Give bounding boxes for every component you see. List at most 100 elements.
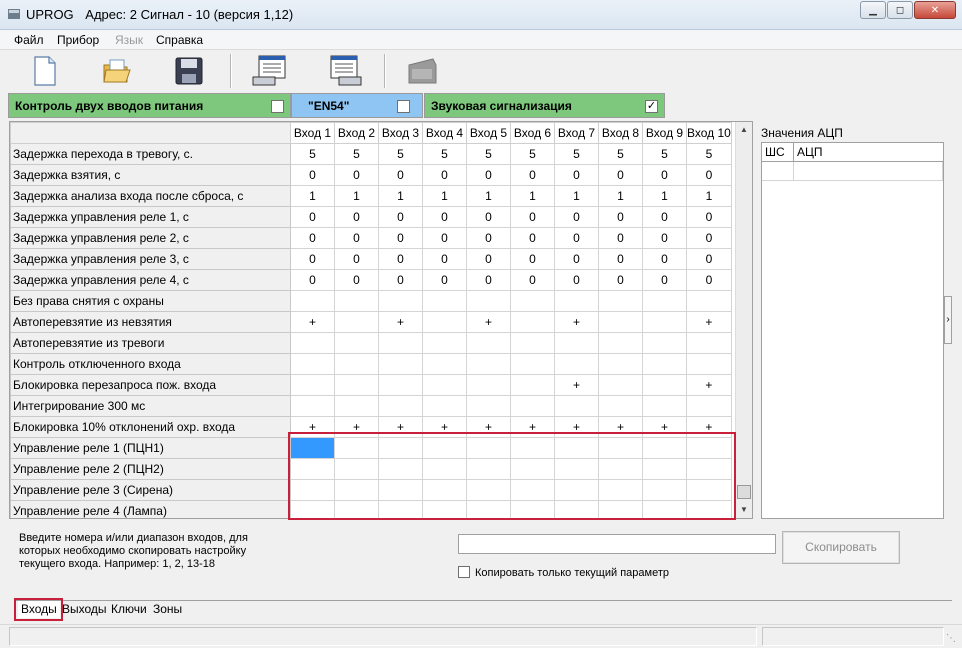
value-cell[interactable] bbox=[334, 395, 379, 417]
value-cell[interactable]: + bbox=[686, 374, 732, 396]
value-cell[interactable] bbox=[290, 290, 335, 312]
value-cell[interactable] bbox=[334, 500, 379, 518]
value-cell[interactable]: 5 bbox=[510, 143, 555, 165]
value-cell[interactable]: 0 bbox=[378, 206, 423, 228]
value-cell[interactable]: 0 bbox=[422, 227, 467, 249]
value-cell[interactable] bbox=[466, 479, 511, 501]
value-cell[interactable]: 0 bbox=[466, 164, 511, 186]
value-cell[interactable]: 0 bbox=[466, 248, 511, 270]
value-cell[interactable]: + bbox=[554, 374, 599, 396]
value-cell[interactable] bbox=[334, 374, 379, 396]
value-cell[interactable] bbox=[686, 395, 732, 417]
scroll-down-arrow-icon[interactable]: ▼ bbox=[736, 502, 752, 518]
value-cell[interactable]: 5 bbox=[598, 143, 643, 165]
value-cell[interactable] bbox=[598, 437, 643, 459]
value-cell[interactable]: 0 bbox=[686, 206, 732, 228]
value-cell[interactable] bbox=[598, 290, 643, 312]
value-cell[interactable]: 1 bbox=[554, 185, 599, 207]
value-cell[interactable]: 5 bbox=[378, 143, 423, 165]
value-cell[interactable]: 0 bbox=[510, 206, 555, 228]
value-cell[interactable] bbox=[598, 332, 643, 354]
value-cell[interactable] bbox=[510, 500, 555, 518]
value-cell[interactable] bbox=[642, 374, 687, 396]
power-control-checkbox[interactable] bbox=[271, 100, 284, 113]
value-cell[interactable] bbox=[466, 290, 511, 312]
value-cell[interactable]: 1 bbox=[642, 185, 687, 207]
write-to-device-button[interactable] bbox=[328, 54, 362, 88]
value-cell[interactable] bbox=[510, 290, 555, 312]
value-cell[interactable]: + bbox=[334, 416, 379, 438]
value-cell[interactable]: + bbox=[554, 416, 599, 438]
value-cell[interactable] bbox=[642, 479, 687, 501]
tab-outputs[interactable]: Выходы bbox=[59, 601, 110, 618]
value-cell[interactable]: 5 bbox=[554, 143, 599, 165]
sound-alarm-option[interactable]: Звуковая сигнализация ✓ bbox=[424, 93, 665, 118]
value-cell[interactable]: 0 bbox=[642, 206, 687, 228]
value-cell[interactable]: 0 bbox=[598, 248, 643, 270]
value-cell[interactable] bbox=[642, 353, 687, 375]
value-cell[interactable]: + bbox=[466, 416, 511, 438]
value-cell[interactable] bbox=[686, 500, 732, 518]
copy-only-current-checkbox[interactable] bbox=[458, 566, 470, 578]
value-cell[interactable]: 0 bbox=[422, 269, 467, 291]
value-cell[interactable] bbox=[378, 374, 423, 396]
value-cell[interactable]: 0 bbox=[510, 269, 555, 291]
value-cell[interactable] bbox=[466, 332, 511, 354]
value-cell[interactable] bbox=[334, 290, 379, 312]
value-cell[interactable] bbox=[290, 395, 335, 417]
value-cell[interactable]: 0 bbox=[686, 164, 732, 186]
value-cell[interactable] bbox=[290, 500, 335, 518]
value-cell[interactable] bbox=[466, 500, 511, 518]
value-cell[interactable] bbox=[290, 479, 335, 501]
value-cell[interactable]: + bbox=[466, 311, 511, 333]
scroll-up-arrow-icon[interactable]: ▲ bbox=[736, 122, 752, 138]
value-cell[interactable]: + bbox=[378, 311, 423, 333]
value-cell[interactable] bbox=[290, 374, 335, 396]
value-cell[interactable] bbox=[334, 332, 379, 354]
menu-help[interactable]: Справка bbox=[156, 33, 203, 47]
value-cell[interactable]: 0 bbox=[554, 269, 599, 291]
value-cell[interactable] bbox=[290, 458, 335, 480]
value-cell[interactable] bbox=[422, 437, 467, 459]
tab-keys[interactable]: Ключи bbox=[108, 601, 150, 618]
value-cell[interactable]: 0 bbox=[422, 248, 467, 270]
value-cell[interactable] bbox=[422, 374, 467, 396]
value-cell[interactable] bbox=[554, 395, 599, 417]
value-cell[interactable] bbox=[378, 437, 423, 459]
value-cell[interactable] bbox=[642, 500, 687, 518]
value-cell[interactable] bbox=[598, 311, 643, 333]
value-cell[interactable] bbox=[466, 353, 511, 375]
minimize-button[interactable]: ▁ bbox=[860, 1, 886, 19]
value-cell[interactable] bbox=[378, 353, 423, 375]
value-cell[interactable] bbox=[378, 395, 423, 417]
value-cell[interactable]: 0 bbox=[686, 227, 732, 249]
value-cell[interactable]: + bbox=[510, 416, 555, 438]
value-cell[interactable]: 0 bbox=[510, 164, 555, 186]
value-cell[interactable] bbox=[686, 437, 732, 459]
value-cell[interactable]: + bbox=[422, 416, 467, 438]
value-cell[interactable]: 0 bbox=[466, 206, 511, 228]
value-cell[interactable] bbox=[642, 290, 687, 312]
value-cell[interactable]: 0 bbox=[554, 227, 599, 249]
value-cell[interactable] bbox=[554, 353, 599, 375]
value-cell[interactable]: 0 bbox=[598, 164, 643, 186]
value-cell[interactable]: 1 bbox=[290, 185, 335, 207]
copy-only-current-option[interactable]: Копировать только текущий параметр bbox=[458, 566, 669, 579]
value-cell[interactable]: + bbox=[554, 311, 599, 333]
value-cell[interactable]: 0 bbox=[510, 227, 555, 249]
value-cell[interactable]: 0 bbox=[290, 269, 335, 291]
adc-values-table[interactable]: ШС АЦП bbox=[761, 142, 944, 519]
value-cell[interactable] bbox=[466, 437, 511, 459]
value-cell[interactable]: 0 bbox=[466, 269, 511, 291]
value-cell[interactable]: 0 bbox=[290, 164, 335, 186]
value-cell[interactable]: 0 bbox=[334, 248, 379, 270]
read-from-device-button[interactable] bbox=[252, 54, 286, 88]
value-cell[interactable]: 0 bbox=[554, 206, 599, 228]
value-cell[interactable] bbox=[378, 290, 423, 312]
value-cell[interactable] bbox=[510, 374, 555, 396]
value-cell[interactable] bbox=[422, 500, 467, 518]
value-cell[interactable]: 0 bbox=[290, 206, 335, 228]
value-cell[interactable] bbox=[598, 479, 643, 501]
grid-scrollbar[interactable]: ▲ ▼ bbox=[735, 122, 752, 518]
value-cell[interactable] bbox=[554, 332, 599, 354]
